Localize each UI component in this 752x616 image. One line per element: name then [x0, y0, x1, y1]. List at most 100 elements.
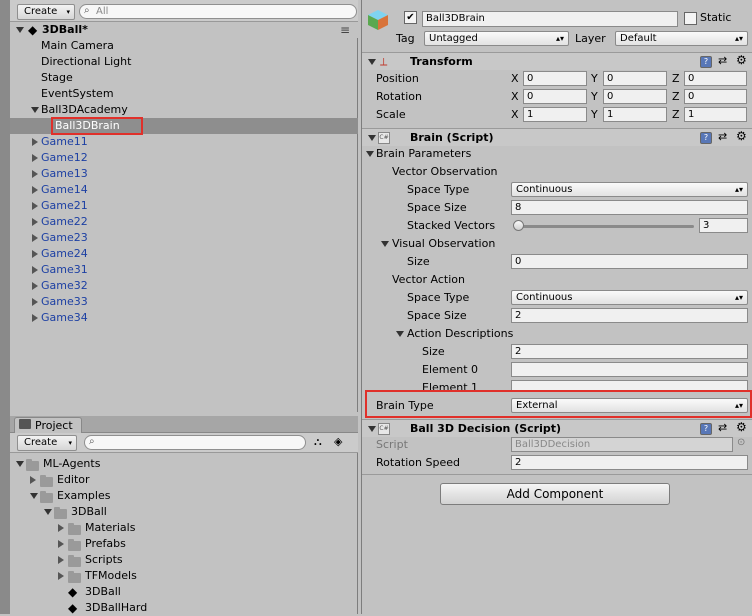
preset-icon[interactable]: ⇄	[718, 54, 727, 67]
hierarchy-item-selected[interactable]: Ball3DBrain	[10, 117, 358, 135]
gear-icon[interactable]: ⚙	[736, 129, 747, 143]
hierarchy-item[interactable]: Game21	[10, 198, 358, 214]
brain-script-header[interactable]: C# Brain (Script) ? ⇄ ⚙	[362, 128, 752, 146]
filter-by-type-icon[interactable]: ⛬	[314, 435, 322, 449]
expand-arrow-icon[interactable]	[44, 509, 52, 515]
transform-x-field[interactable]: 1	[523, 107, 587, 122]
expand-arrow-icon[interactable]	[58, 556, 64, 564]
foldout-arrow-icon[interactable]	[366, 151, 374, 157]
static-checkbox[interactable]	[684, 12, 697, 25]
brain-parameters-label[interactable]: Brain Parameters	[376, 147, 471, 160]
expand-arrow-icon[interactable]	[32, 186, 38, 194]
hierarchy-item[interactable]: Directional Light	[10, 54, 358, 70]
element0-field[interactable]	[511, 362, 748, 377]
gear-icon[interactable]: ⚙	[736, 53, 747, 67]
foldout-arrow-icon[interactable]	[396, 331, 404, 337]
expand-arrow-icon[interactable]	[32, 138, 38, 146]
hierarchy-item[interactable]: Game23	[10, 230, 358, 246]
project-item[interactable]: Prefabs	[10, 536, 358, 552]
expand-arrow-icon[interactable]	[32, 154, 38, 162]
expand-arrow-icon[interactable]	[58, 540, 64, 548]
project-create-button[interactable]: Create ▾	[17, 435, 77, 451]
expand-arrow-icon[interactable]	[32, 218, 38, 226]
hierarchy-item[interactable]: EventSystem	[10, 86, 358, 102]
expand-arrow-icon[interactable]	[32, 266, 38, 274]
brain-type-dropdown[interactable]: External ▴▾	[511, 398, 748, 413]
project-item[interactable]: Materials	[10, 520, 358, 536]
expand-arrow-icon[interactable]	[32, 250, 38, 258]
transform-y-field[interactable]: 0	[603, 71, 667, 86]
expand-arrow-icon[interactable]	[32, 314, 38, 322]
foldout-arrow-icon[interactable]	[381, 241, 389, 247]
visual-observation-label[interactable]: Visual Observation	[392, 237, 495, 250]
decision-script-header[interactable]: C# Ball 3D Decision (Script) ? ⇄ ⚙	[362, 419, 752, 437]
gear-icon[interactable]: ⚙	[736, 420, 747, 434]
transform-y-field[interactable]: 0	[603, 89, 667, 104]
stacked-vectors-slider-track[interactable]	[514, 225, 694, 228]
active-checkbox[interactable]: ✔	[404, 11, 417, 24]
hierarchy-item[interactable]: Game31	[10, 262, 358, 278]
expand-arrow-icon[interactable]	[31, 107, 39, 113]
expand-arrow-icon[interactable]	[32, 298, 38, 306]
transform-z-field[interactable]: 0	[684, 89, 747, 104]
foldout-arrow-icon[interactable]	[368, 135, 376, 141]
visual-size-field[interactable]: 0	[511, 254, 748, 269]
project-item[interactable]: ◆ 3DBall	[10, 584, 358, 600]
expand-arrow-icon[interactable]	[32, 282, 38, 290]
rotation-speed-field[interactable]: 2	[511, 455, 748, 470]
hierarchy-create-button[interactable]: Create ▾	[17, 4, 75, 20]
expand-arrow-icon[interactable]	[32, 234, 38, 242]
object-picker-icon[interactable]: ⊙	[737, 437, 745, 448]
hierarchy-item[interactable]: Game24	[10, 246, 358, 262]
foldout-arrow-icon[interactable]	[368, 59, 376, 65]
help-icon[interactable]: ?	[700, 423, 712, 435]
stacked-vectors-slider-thumb[interactable]	[512, 220, 524, 231]
hierarchy-item[interactable]: Game34	[10, 310, 358, 326]
help-icon[interactable]: ?	[700, 56, 712, 68]
stacked-vectors-field[interactable]: 3	[699, 218, 748, 233]
project-search-input[interactable]: ⌕	[84, 435, 306, 450]
tag-dropdown[interactable]: Untagged ▴▾	[424, 31, 569, 46]
expand-arrow-icon[interactable]	[32, 202, 38, 210]
hierarchy-item[interactable]: Game14	[10, 182, 358, 198]
hierarchy-item[interactable]: Game13	[10, 166, 358, 182]
transform-z-field[interactable]: 0	[684, 71, 747, 86]
add-component-button[interactable]: Add Component	[440, 483, 670, 505]
object-name-field[interactable]: Ball3DBrain	[422, 11, 678, 27]
preset-icon[interactable]: ⇄	[718, 130, 727, 143]
scene-row[interactable]: ◆ 3DBall* ≡	[10, 22, 358, 38]
hierarchy-item[interactable]: Main Camera	[10, 38, 358, 54]
expand-arrow-icon[interactable]	[58, 524, 64, 532]
action-descriptions-label[interactable]: Action Descriptions	[407, 327, 513, 340]
element1-field[interactable]	[511, 380, 748, 390]
menu-icon[interactable]: ≡	[340, 22, 350, 38]
expand-arrow-icon[interactable]	[58, 572, 64, 580]
project-item[interactable]: Editor	[10, 472, 358, 488]
expand-arrow-icon[interactable]	[30, 476, 36, 484]
foldout-arrow-icon[interactable]	[368, 426, 376, 432]
expand-arrow-icon[interactable]	[30, 493, 38, 499]
hierarchy-item[interactable]: Ball3DAcademy	[10, 102, 358, 118]
hierarchy-item[interactable]: Game11	[10, 134, 358, 150]
obs-space-size-field[interactable]: 8	[511, 200, 748, 215]
transform-header[interactable]: ⟂ Transform ? ⇄ ⚙	[362, 52, 752, 70]
project-item[interactable]: 3DBall	[10, 504, 358, 520]
expand-arrow-icon[interactable]	[32, 170, 38, 178]
expand-arrow-icon[interactable]	[16, 461, 24, 467]
act-space-size-field[interactable]: 2	[511, 308, 748, 323]
expand-arrow-icon[interactable]	[16, 27, 24, 33]
transform-x-field[interactable]: 0	[523, 89, 587, 104]
obs-space-type-dropdown[interactable]: Continuous ▴▾	[511, 182, 748, 197]
project-item[interactable]: ML-Agents	[10, 456, 358, 472]
hierarchy-search-input[interactable]: ⌕ All	[79, 4, 357, 19]
hierarchy-item[interactable]: Game33	[10, 294, 358, 310]
transform-x-field[interactable]: 0	[523, 71, 587, 86]
action-desc-size-field[interactable]: 2	[511, 344, 748, 359]
filter-by-label-icon[interactable]: ◈	[334, 435, 342, 448]
help-icon[interactable]: ?	[700, 132, 712, 144]
project-item[interactable]: Scripts	[10, 552, 358, 568]
tab-project[interactable]: Project	[14, 417, 82, 433]
preset-icon[interactable]: ⇄	[718, 421, 727, 434]
act-space-type-dropdown[interactable]: Continuous ▴▾	[511, 290, 748, 305]
hierarchy-item[interactable]: Stage	[10, 70, 358, 86]
